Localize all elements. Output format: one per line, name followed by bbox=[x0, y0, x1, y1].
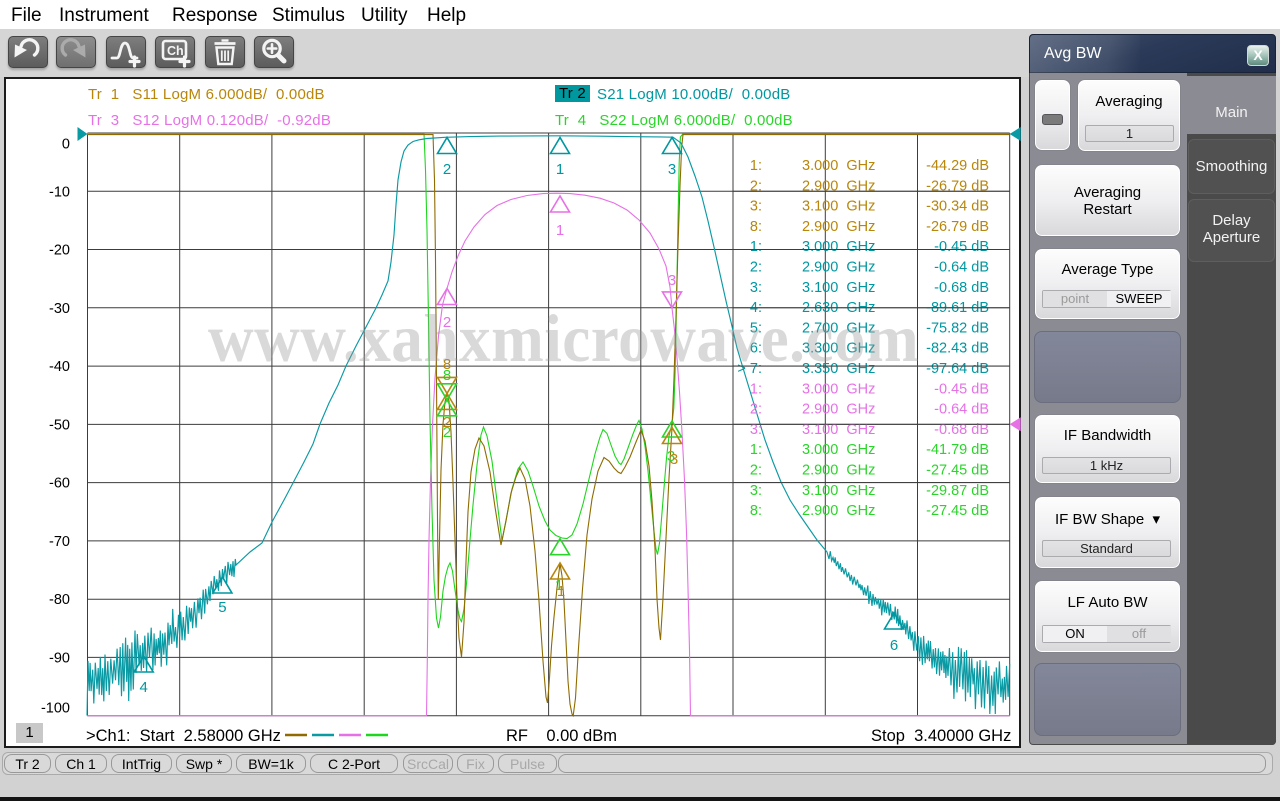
svg-text:2.900 GHz: 2.900 GHz bbox=[802, 260, 875, 276]
svg-text:-80: -80 bbox=[49, 592, 70, 608]
svg-text:-10: -10 bbox=[49, 184, 70, 200]
svg-text:3.100 GHz: 3.100 GHz bbox=[802, 199, 875, 215]
svg-text:2:: 2: bbox=[750, 463, 762, 479]
svg-text:3:: 3: bbox=[750, 280, 762, 296]
svg-text:-60: -60 bbox=[49, 476, 70, 492]
svg-text:2.900 GHz: 2.900 GHz bbox=[802, 219, 875, 235]
svg-text:-0.68 dB: -0.68 dB bbox=[934, 280, 989, 296]
svg-text:-44.29 dB: -44.29 dB bbox=[926, 158, 989, 174]
svg-text:4: 4 bbox=[140, 679, 148, 696]
svg-text:-70: -70 bbox=[49, 534, 70, 550]
svg-text:3.000 GHz: 3.000 GHz bbox=[802, 381, 875, 397]
svg-text:1:: 1: bbox=[750, 381, 762, 397]
svg-text:-50: -50 bbox=[49, 417, 70, 433]
svg-text:2.900 GHz: 2.900 GHz bbox=[802, 463, 875, 479]
svg-text:3: 3 bbox=[670, 451, 678, 468]
svg-text:1:: 1: bbox=[750, 442, 762, 458]
svg-text:3:: 3: bbox=[750, 483, 762, 499]
svg-text:-0.64 dB: -0.64 dB bbox=[934, 260, 989, 276]
svg-text:3.100 GHz: 3.100 GHz bbox=[802, 483, 875, 499]
svg-text:-100: -100 bbox=[41, 701, 70, 717]
svg-text:2: 2 bbox=[443, 161, 451, 178]
svg-text:8:: 8: bbox=[750, 219, 762, 235]
svg-text:2:: 2: bbox=[750, 260, 762, 276]
svg-text:1: 1 bbox=[556, 161, 564, 178]
svg-text:2.900 GHz: 2.900 GHz bbox=[802, 402, 875, 418]
svg-text:2.900 GHz: 2.900 GHz bbox=[802, 503, 875, 519]
svg-text:-0.45 dB: -0.45 dB bbox=[934, 381, 989, 397]
svg-text:2.900 GHz: 2.900 GHz bbox=[802, 178, 875, 194]
svg-text:-20: -20 bbox=[49, 243, 70, 259]
svg-text:-82.43 dB: -82.43 dB bbox=[926, 341, 989, 357]
svg-text:3: 3 bbox=[668, 161, 676, 178]
svg-text:-26.79 dB: -26.79 dB bbox=[926, 178, 989, 194]
svg-text:-30.34 dB: -30.34 dB bbox=[926, 199, 989, 215]
svg-text:-40: -40 bbox=[49, 359, 70, 375]
svg-text:-75.82 dB: -75.82 dB bbox=[926, 320, 989, 336]
svg-text:1:: 1: bbox=[750, 239, 762, 255]
svg-text:1: 1 bbox=[557, 583, 565, 600]
svg-text:0: 0 bbox=[62, 137, 70, 153]
svg-text:3.000 GHz: 3.000 GHz bbox=[802, 442, 875, 458]
svg-text:-26.79 dB: -26.79 dB bbox=[926, 219, 989, 235]
svg-text:-0.45 dB: -0.45 dB bbox=[934, 239, 989, 255]
svg-text:1: 1 bbox=[556, 222, 564, 239]
svg-text:1:: 1: bbox=[750, 158, 762, 174]
svg-text:-90: -90 bbox=[49, 650, 70, 666]
svg-text:3.000 GHz: 3.000 GHz bbox=[802, 239, 875, 255]
svg-text:3: 3 bbox=[668, 272, 676, 289]
svg-text:3.100 GHz: 3.100 GHz bbox=[802, 280, 875, 296]
svg-text:2:: 2: bbox=[750, 178, 762, 194]
svg-text:5: 5 bbox=[218, 599, 226, 616]
svg-text:-29.87 dB: -29.87 dB bbox=[926, 483, 989, 499]
svg-text:-97.64 dB: -97.64 dB bbox=[926, 361, 989, 377]
svg-text:3.000 GHz: 3.000 GHz bbox=[802, 158, 875, 174]
svg-text:-0.64 dB: -0.64 dB bbox=[934, 402, 989, 418]
svg-text:8:: 8: bbox=[750, 503, 762, 519]
svg-text:-41.79 dB: -41.79 dB bbox=[926, 442, 989, 458]
svg-text:-27.45 dB: -27.45 dB bbox=[926, 463, 989, 479]
svg-text:-27.45 dB: -27.45 dB bbox=[926, 503, 989, 519]
svg-text:2: 2 bbox=[443, 424, 451, 441]
svg-text:3:: 3: bbox=[750, 199, 762, 215]
svg-text:2:: 2: bbox=[750, 402, 762, 418]
svg-text:6: 6 bbox=[890, 637, 898, 654]
svg-text:-30: -30 bbox=[49, 301, 70, 317]
